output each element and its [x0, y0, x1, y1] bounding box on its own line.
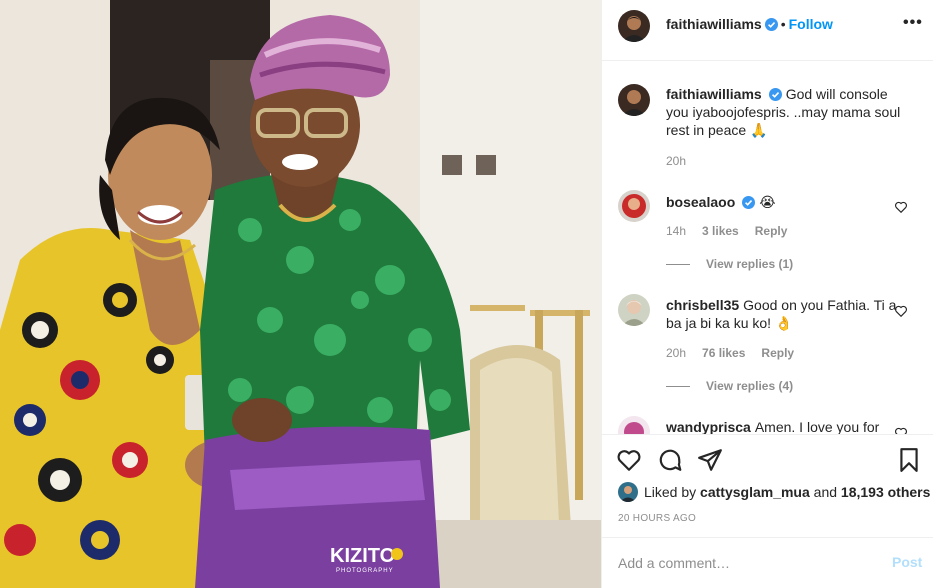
- comment-meta: 20h 76 likes Reply: [666, 346, 794, 360]
- share-paper-plane-icon[interactable]: [697, 447, 723, 473]
- follow-button[interactable]: Follow: [789, 16, 833, 32]
- post-timestamp[interactable]: 20 HOURS AGO: [618, 513, 696, 524]
- post-sidebar: faithiawilliams • Follow ••• faithiawillia…: [601, 0, 933, 588]
- caption-meta: 20h: [666, 154, 686, 168]
- caption-time[interactable]: 20h: [666, 154, 686, 168]
- commenter-avatar[interactable]: [618, 190, 650, 222]
- like-comment-heart-icon[interactable]: [894, 426, 908, 434]
- caption-text-block: faithiawilliams God will console you iyab…: [666, 85, 906, 139]
- author-username[interactable]: faithiawilliams: [666, 16, 762, 32]
- comment-likes[interactable]: 76 likes: [702, 346, 745, 360]
- more-options-button[interactable]: •••: [903, 14, 923, 32]
- comment-meta: 14h 3 likes Reply: [666, 224, 787, 238]
- like-heart-icon[interactable]: [616, 447, 642, 473]
- post-header: faithiawilliams • Follow •••: [602, 0, 933, 61]
- caption-author-avatar[interactable]: [618, 84, 650, 116]
- comment-username[interactable]: wandyprisca: [666, 419, 751, 434]
- liked-by-prefix: Liked by: [644, 484, 697, 500]
- header-line: faithiawilliams • Follow: [666, 16, 833, 32]
- verified-badge-icon: [764, 18, 778, 31]
- liker-avatar[interactable]: [618, 482, 638, 502]
- comments-list[interactable]: faithiawilliams God will console you iyab…: [602, 62, 933, 434]
- watermark-text: KIZITO: [330, 545, 395, 567]
- comment-likes[interactable]: 3 likes: [702, 224, 739, 238]
- replies-divider: [666, 264, 690, 266]
- header-separator: •: [780, 16, 786, 32]
- comment-text-block: chrisbell35 Good on you Fathia. Ti a ba j…: [666, 296, 906, 332]
- liked-by-user[interactable]: cattysglam_mua: [700, 484, 810, 500]
- liked-by-others[interactable]: 18,193 others: [841, 484, 931, 500]
- save-bookmark-icon[interactable]: [896, 447, 922, 473]
- comment-bubble-icon[interactable]: [657, 447, 683, 473]
- view-replies-label: View replies (4): [706, 379, 794, 393]
- commenter-avatar[interactable]: [618, 294, 650, 326]
- like-comment-heart-icon[interactable]: [894, 200, 908, 214]
- add-comment-bar: Post: [602, 537, 933, 588]
- verified-badge-icon: [742, 196, 756, 209]
- view-replies-label: View replies (1): [706, 257, 794, 271]
- liked-by-and: and: [813, 484, 838, 500]
- liked-by-summary: Liked by cattysglam_mua and 18,193 other…: [618, 482, 930, 502]
- replies-divider: [666, 386, 690, 388]
- comment-time[interactable]: 14h: [666, 224, 686, 238]
- post-image: KIZITO PHOTOGRAPHY: [0, 0, 601, 588]
- comment-text-block: wandyprisca Amen. I love you for: [666, 418, 906, 434]
- comment-username[interactable]: bosealaoo: [666, 194, 735, 210]
- comment-text: Amen. I love you for: [754, 419, 880, 434]
- post-actions: Liked by cattysglam_mua and 18,193 other…: [602, 434, 933, 537]
- add-comment-input[interactable]: [618, 552, 868, 574]
- author-avatar[interactable]: [618, 10, 650, 42]
- post-photo[interactable]: KIZITO PHOTOGRAPHY: [0, 0, 601, 588]
- watermark-subtext: PHOTOGRAPHY: [336, 568, 394, 574]
- comment-text: 😭: [759, 194, 776, 210]
- comment-text-block: bosealaoo 😭: [666, 193, 906, 211]
- verified-badge-icon: [768, 88, 782, 101]
- post-comment-button[interactable]: Post: [892, 554, 922, 570]
- commenter-avatar[interactable]: [618, 416, 650, 434]
- view-replies-button[interactable]: View replies (4): [666, 379, 793, 393]
- comment-time[interactable]: 20h: [666, 346, 686, 360]
- reply-button[interactable]: Reply: [761, 346, 794, 360]
- comment-username[interactable]: chrisbell35: [666, 297, 739, 313]
- reply-button[interactable]: Reply: [755, 224, 788, 238]
- caption-username[interactable]: faithiawilliams: [666, 86, 762, 102]
- view-replies-button[interactable]: View replies (1): [666, 257, 793, 271]
- like-comment-heart-icon[interactable]: [894, 304, 908, 318]
